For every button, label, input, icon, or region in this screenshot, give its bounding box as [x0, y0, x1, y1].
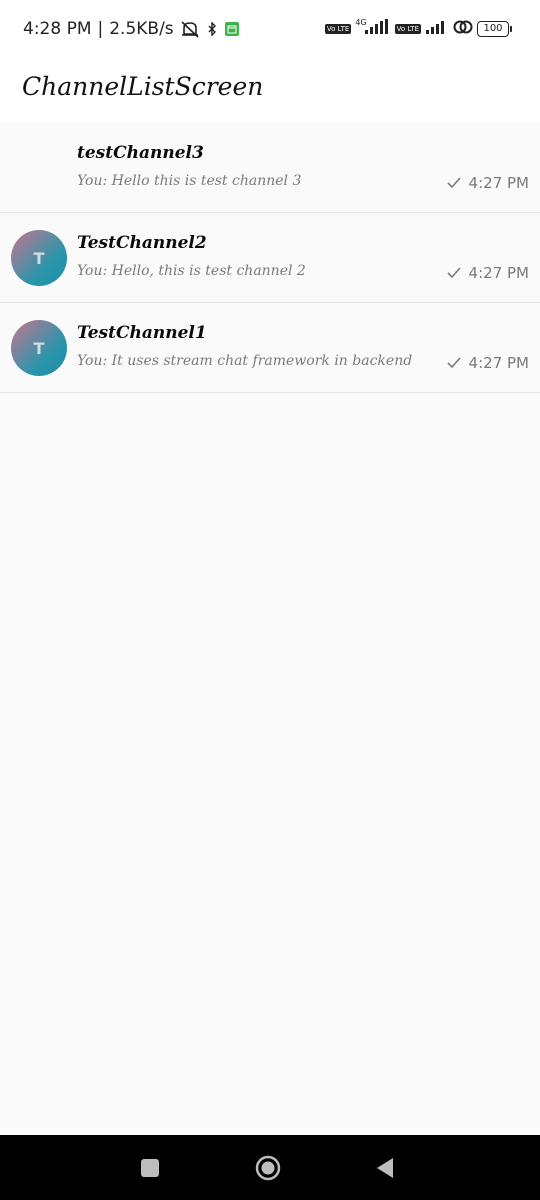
- message-meta: 4:27 PM: [446, 354, 529, 372]
- page-title: ChannelListScreen: [22, 72, 264, 101]
- message-time: 4:27 PM: [468, 174, 529, 192]
- check-icon: [446, 267, 461, 279]
- avatar-initial: T: [33, 338, 45, 358]
- home-icon: [255, 1155, 281, 1181]
- app-bar: ChannelListScreen: [0, 60, 540, 123]
- signal-icon-2: [425, 19, 449, 39]
- message-meta: 4:27 PM: [446, 264, 529, 282]
- battery-tip: [510, 26, 512, 32]
- back-icon: [377, 1158, 393, 1178]
- volte-badge-1: Vo LTE: [324, 24, 352, 34]
- check-icon: [446, 357, 461, 369]
- battery-level: 100: [477, 21, 509, 37]
- calendar-icon: [224, 21, 240, 37]
- channel-name: TestChannel2: [77, 233, 207, 253]
- back-button[interactable]: [372, 1155, 398, 1181]
- network-speed: 2.5KB/s: [109, 19, 174, 39]
- wifi-link-icon: [453, 19, 473, 39]
- network-type: 4G: [355, 17, 367, 27]
- home-button[interactable]: [255, 1155, 281, 1181]
- channel-name: testChannel3: [77, 143, 204, 163]
- last-message: You: It uses stream chat framework in ba…: [77, 353, 413, 369]
- recents-button[interactable]: [137, 1155, 163, 1181]
- status-left: 4:28 PM | 2.5KB/s: [23, 19, 240, 39]
- volte-badge-2: Vo LTE: [394, 24, 421, 34]
- bluetooth-icon: [206, 22, 218, 36]
- channel-item[interactable]: testChannel3 You: Hello this is test cha…: [0, 123, 540, 213]
- channel-list: testChannel3 You: Hello this is test cha…: [0, 123, 540, 393]
- last-message: You: Hello, this is test channel 2: [77, 263, 306, 279]
- avatar: T: [11, 230, 67, 286]
- status-right: Vo LTE 4G Vo LTE 100: [324, 17, 512, 39]
- channel-item[interactable]: T TestChannel2 You: Hello, this is test …: [0, 213, 540, 303]
- status-separator: |: [97, 19, 104, 39]
- channel-item[interactable]: T TestChannel1 You: It uses stream chat …: [0, 303, 540, 393]
- message-time: 4:27 PM: [468, 264, 529, 282]
- avatar: T: [11, 320, 67, 376]
- mute-alarm-icon: [180, 20, 200, 38]
- status-time: 4:28 PM: [23, 19, 92, 39]
- channel-name: TestChannel1: [77, 323, 207, 343]
- check-icon: [446, 177, 461, 189]
- navigation-bar: [0, 1135, 540, 1200]
- message-time: 4:27 PM: [468, 354, 529, 372]
- signal-icon: [363, 19, 391, 39]
- message-meta: 4:27 PM: [446, 174, 529, 192]
- status-bar: 4:28 PM | 2.5KB/s Vo LTE 4G Vo LTE 100: [0, 0, 540, 60]
- battery-icon: 100: [477, 21, 512, 37]
- recents-icon: [141, 1159, 159, 1177]
- avatar-initial: T: [33, 248, 45, 268]
- last-message: You: Hello this is test channel 3: [77, 173, 302, 189]
